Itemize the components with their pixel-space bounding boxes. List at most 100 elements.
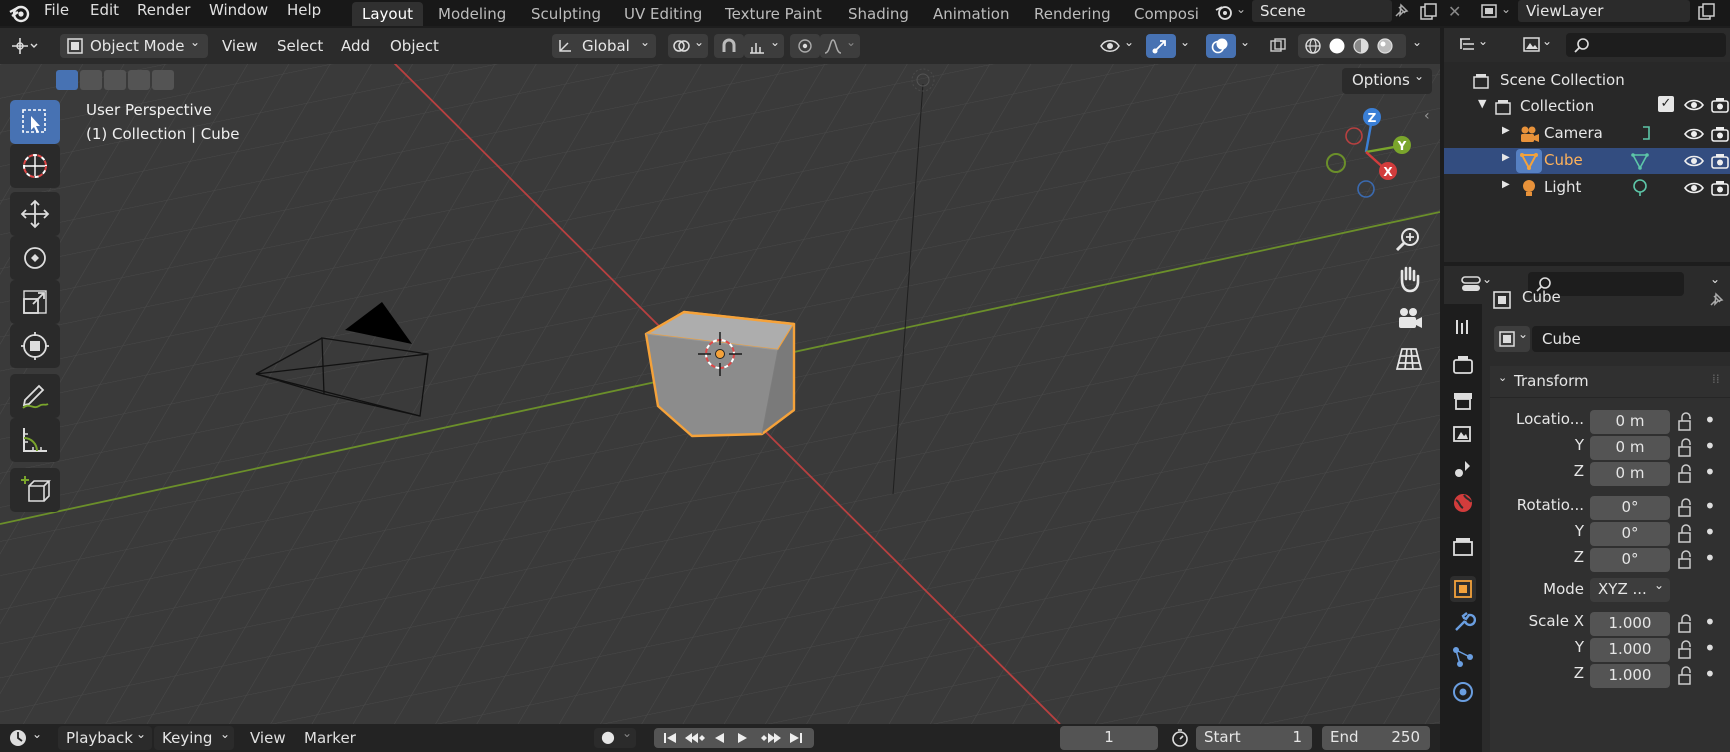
eye-icon[interactable] <box>1684 153 1704 169</box>
render-tab-icon[interactable] <box>1450 352 1476 378</box>
transform-panel-header[interactable]: ⌄ Transform ⁞⁞ <box>1490 366 1730 398</box>
expand-arrow-icon[interactable]: ▼ <box>1478 97 1486 110</box>
location-z-field[interactable]: 0 m <box>1590 462 1670 486</box>
chevron-down-icon[interactable]: ⌄ <box>1501 2 1511 16</box>
menu-help[interactable]: Help <box>287 1 321 19</box>
options-dropdown[interactable]: Options ⌄ <box>1342 68 1432 94</box>
tab-rendering[interactable]: Rendering <box>1024 2 1121 26</box>
select-new-mode[interactable] <box>56 70 78 90</box>
exclude-checkbox[interactable]: ✓ <box>1658 96 1674 112</box>
scale-tool[interactable] <box>10 280 60 324</box>
camera-data-icon[interactable] <box>1640 124 1652 142</box>
lock-icon[interactable] <box>1676 640 1696 660</box>
mesh-data-icon[interactable] <box>1630 151 1650 171</box>
render-camera-icon[interactable] <box>1710 97 1730 113</box>
cursor-tool[interactable] <box>10 144 60 188</box>
select-box-tool[interactable] <box>10 100 60 144</box>
new-view-layer-icon[interactable] <box>1696 2 1716 22</box>
snap-toggle[interactable] <box>714 34 744 58</box>
chevron-down-icon[interactable]: ⌄ <box>1478 34 1488 48</box>
chevron-down-icon[interactable]: ⌄ <box>32 727 42 741</box>
display-mode-icon[interactable] <box>1522 36 1542 54</box>
view-layer-field[interactable]: ViewLayer <box>1518 0 1690 22</box>
view-layer-icon[interactable] <box>1480 2 1500 22</box>
location-x-field[interactable]: 0 m <box>1590 410 1670 434</box>
scale-z-field[interactable]: 1.000 <box>1590 664 1670 688</box>
end-frame-field[interactable]: End 250 <box>1322 726 1430 750</box>
tab-animation[interactable]: Animation <box>923 2 1019 26</box>
tool-settings-tab-icon[interactable] <box>1450 314 1476 340</box>
object-name-field[interactable]: Cube <box>1532 326 1730 352</box>
menu-edit[interactable]: Edit <box>90 1 119 19</box>
object-tab-icon[interactable] <box>1450 576 1476 602</box>
eye-icon[interactable] <box>1684 180 1704 196</box>
keyframe-dot-icon[interactable]: • <box>1704 662 1716 686</box>
gizmo-toggle[interactable] <box>1146 34 1176 58</box>
xray-toggle[interactable] <box>1266 34 1292 58</box>
keyframe-dot-icon[interactable]: • <box>1704 460 1716 484</box>
3d-viewport[interactable]: User Perspective (1) Collection | Cube O… <box>0 64 1440 724</box>
view-layer-tab-icon[interactable] <box>1450 422 1476 448</box>
menu-window[interactable]: Window <box>209 1 268 19</box>
scene-tab-icon[interactable] <box>1450 456 1476 482</box>
tab-shading[interactable]: Shading <box>838 2 919 26</box>
sidebar-toggle-icon[interactable]: ‹ <box>1424 108 1430 124</box>
outliner-item-cube[interactable]: ▶ Cube <box>1444 148 1730 174</box>
select-subtract-mode[interactable] <box>104 70 126 90</box>
world-tab-icon[interactable] <box>1450 490 1476 516</box>
rendered-shading-icon[interactable] <box>1376 37 1394 55</box>
gizmo-neg-z[interactable] <box>1357 180 1375 198</box>
tab-modeling[interactable]: Modeling <box>428 2 516 26</box>
tab-compositing[interactable]: Composi <box>1124 2 1200 26</box>
render-camera-icon[interactable] <box>1710 153 1730 169</box>
keying-menu[interactable]: Keying ⌄ <box>154 726 234 750</box>
move-tool[interactable] <box>10 192 60 236</box>
expand-arrow-icon[interactable]: ▶ <box>1502 125 1510 136</box>
tab-sculpting[interactable]: Sculpting <box>521 2 611 26</box>
viewport-menu-add[interactable]: Add <box>341 37 370 55</box>
measure-tool[interactable] <box>10 418 60 462</box>
keyframe-dot-icon[interactable]: • <box>1704 546 1716 570</box>
transform-orientation-dropdown[interactable]: Global ⌄ <box>552 34 656 58</box>
timeline-menu-view[interactable]: View <box>250 729 286 747</box>
scene-icon[interactable] <box>1214 2 1234 22</box>
scale-x-field[interactable]: 1.000 <box>1590 612 1670 636</box>
proportional-editing-toggle[interactable] <box>790 34 820 58</box>
outliner-collection[interactable]: ▼ Collection ✓ <box>1444 94 1730 120</box>
pivot-point-dropdown[interactable]: ⌄ <box>668 34 708 58</box>
lock-icon[interactable] <box>1676 550 1696 570</box>
jump-end-icon[interactable] <box>790 733 802 743</box>
chevron-down-icon[interactable]: ⌄ <box>1542 34 1552 48</box>
keyframe-dot-icon[interactable]: • <box>1704 434 1716 458</box>
scale-y-field[interactable]: 1.000 <box>1590 638 1670 662</box>
keyframe-dot-icon[interactable]: • <box>1704 494 1716 518</box>
proportional-falloff-dropdown[interactable]: ⌄ <box>820 34 860 58</box>
physics-tab-icon[interactable] <box>1450 678 1476 704</box>
expand-arrow-icon[interactable]: ▶ <box>1502 152 1510 163</box>
solid-shading-icon[interactable] <box>1328 37 1346 55</box>
next-keyframe-icon[interactable] <box>761 733 781 743</box>
select-intersect-mode[interactable] <box>152 70 174 90</box>
add-cube-tool[interactable] <box>10 468 60 512</box>
snap-target-dropdown[interactable]: ⌄ <box>744 34 784 58</box>
keyframe-dot-icon[interactable]: • <box>1704 520 1716 544</box>
modifier-wrench-tab-icon[interactable] <box>1450 610 1476 636</box>
outliner-search-input[interactable] <box>1566 33 1726 57</box>
particles-tab-icon[interactable] <box>1450 644 1476 670</box>
blender-logo-icon[interactable] <box>8 3 30 23</box>
rotation-y-field[interactable]: 0° <box>1590 522 1670 546</box>
outliner-item-light[interactable]: ▶ Light <box>1444 175 1730 201</box>
viewport-menu-select[interactable]: Select <box>277 37 323 55</box>
gizmo-neg-x[interactable] <box>1345 127 1363 145</box>
viewport-menu-object[interactable]: Object <box>390 37 439 55</box>
chevron-down-icon[interactable]: ⌄ <box>1240 35 1250 49</box>
annotate-tool[interactable] <box>10 374 60 418</box>
collection-tab-icon[interactable] <box>1450 534 1476 560</box>
outliner-item-camera[interactable]: ▶ Camera <box>1444 121 1730 147</box>
new-scene-icon[interactable] <box>1418 2 1438 22</box>
auto-keying-toggle[interactable]: ● ⌄ <box>594 726 636 748</box>
prev-keyframe-icon[interactable] <box>685 733 705 743</box>
stopwatch-icon[interactable] <box>1170 728 1190 748</box>
chevron-down-icon[interactable]: ⌄ <box>1482 272 1492 286</box>
chevron-down-icon[interactable]: ⌄ <box>1180 35 1190 49</box>
